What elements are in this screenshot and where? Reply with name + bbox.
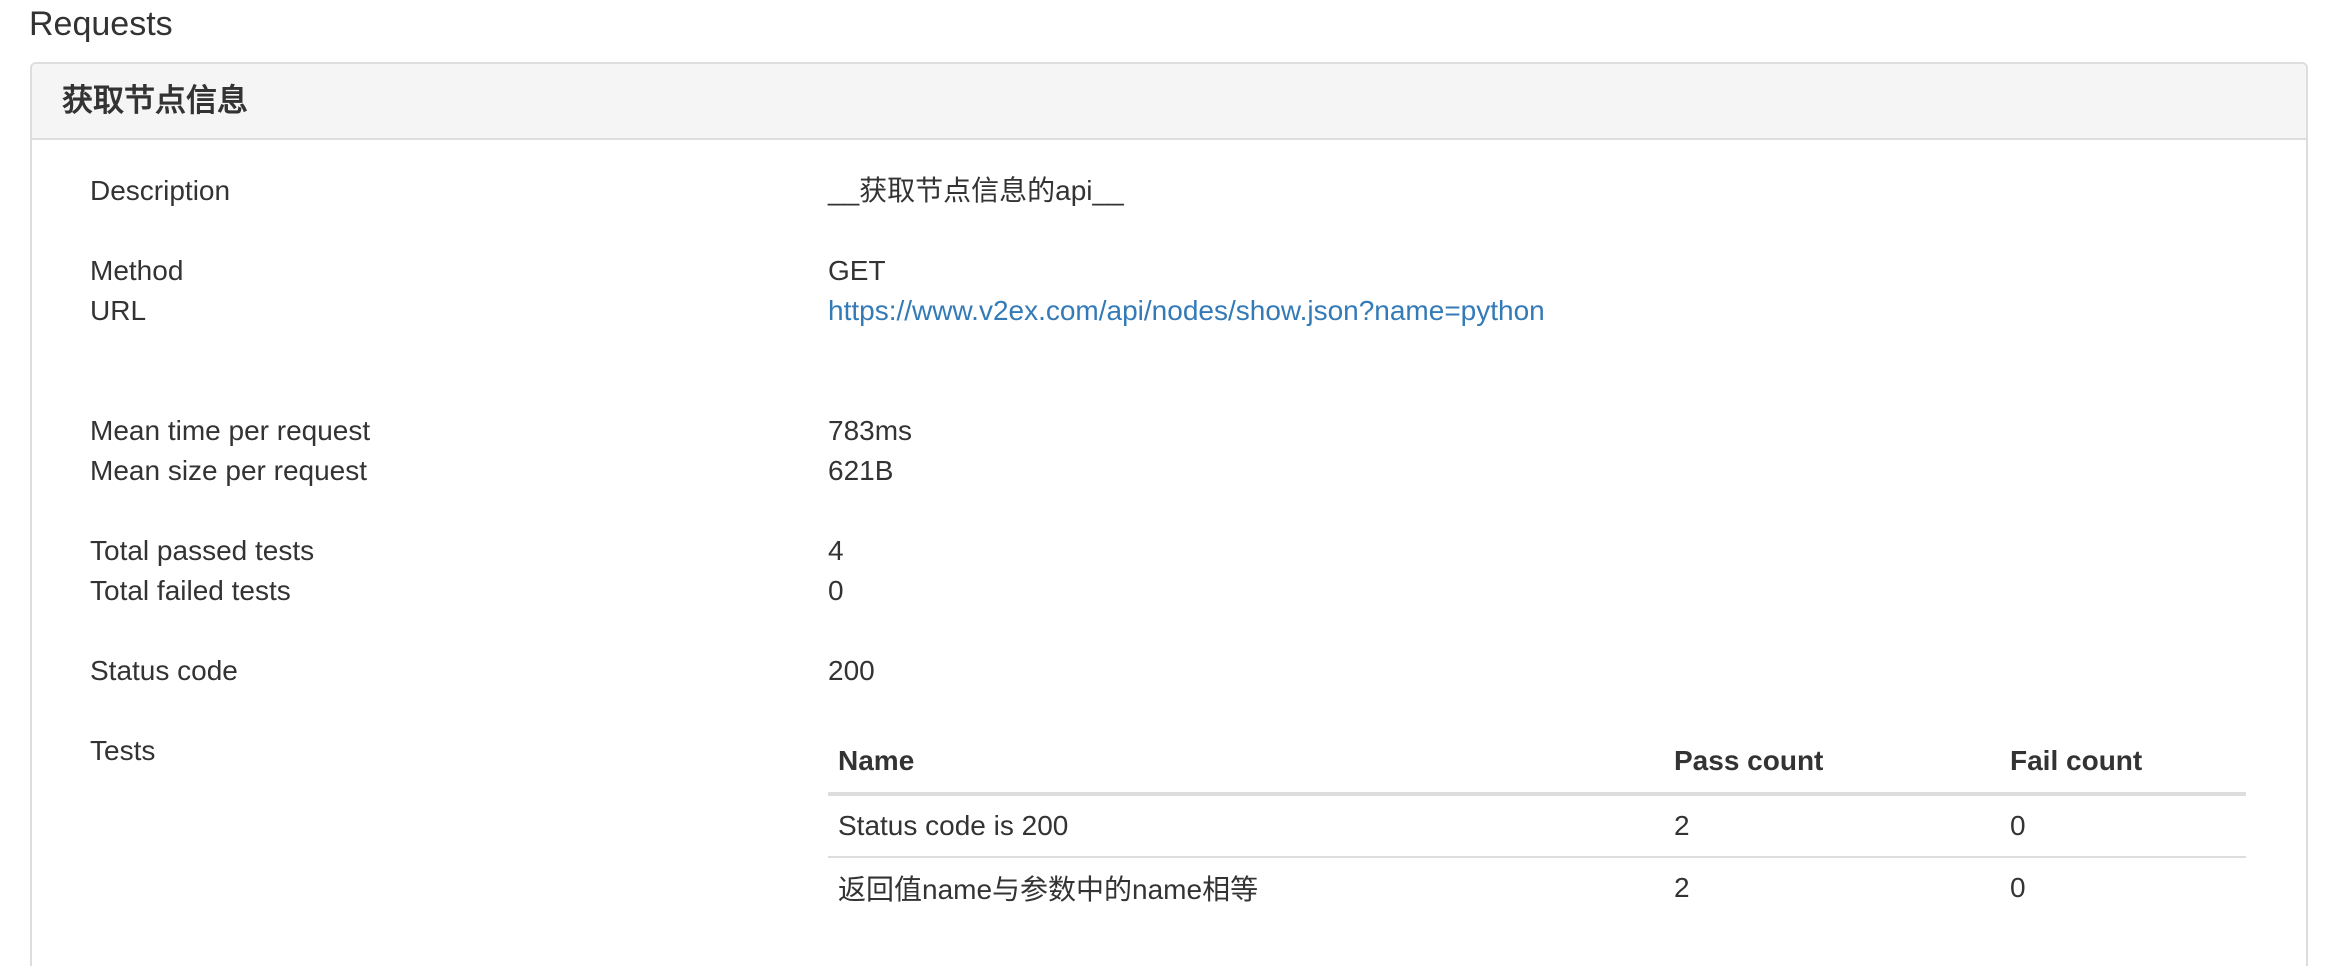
tests-label: Tests bbox=[90, 735, 156, 766]
tests-table: Name Pass count Fail count Status code i… bbox=[828, 730, 2246, 918]
description-value: __获取节点信息的api__ bbox=[828, 175, 1124, 206]
section-title: Requests bbox=[29, 5, 173, 43]
mean-time-label: Mean time per request bbox=[90, 415, 371, 446]
method-value: GET bbox=[828, 255, 886, 286]
header-fail-count: Fail count bbox=[2000, 730, 2246, 796]
request-panel-heading[interactable]: 获取节点信息 bbox=[32, 64, 2306, 140]
test-pass-count: 2 bbox=[1674, 872, 1690, 903]
url-link[interactable]: https://www.v2ex.com/api/nodes/show.json… bbox=[828, 295, 1545, 326]
url-label: URL bbox=[90, 295, 147, 326]
test-name: Status code is 200 bbox=[828, 794, 1664, 858]
report-page: Requests 获取节点信息 Description __获取节点信息的api… bbox=[0, 0, 2338, 966]
method-label: Method bbox=[90, 255, 184, 286]
test-fail-count: 0 bbox=[2010, 872, 2026, 903]
tests-table-header-row: Name Pass count Fail count bbox=[828, 730, 2246, 796]
test-pass-count: 2 bbox=[1664, 794, 2000, 858]
test-fail-count: 0 bbox=[2000, 794, 2246, 858]
header-pass-count: Pass count bbox=[1664, 730, 2000, 796]
status-code-value: 200 bbox=[828, 655, 875, 686]
header-name: Name bbox=[828, 730, 1664, 796]
test-name: 返回值name与参数中的name相等 bbox=[838, 874, 1259, 905]
passed-tests-label: Total passed tests bbox=[90, 535, 315, 566]
failed-tests-value: 0 bbox=[828, 575, 844, 606]
url-value-wrapper: https://www.v2ex.com/api/nodes/show.json… bbox=[828, 291, 1545, 331]
table-row: Status code is 200 2 0 bbox=[828, 794, 2246, 858]
mean-size-value: 621B bbox=[828, 455, 894, 486]
passed-tests-value: 4 bbox=[828, 535, 844, 566]
status-code-label: Status code bbox=[90, 655, 238, 686]
request-name: 获取节点信息 bbox=[62, 83, 248, 118]
description-label: Description bbox=[90, 175, 231, 206]
failed-tests-label: Total failed tests bbox=[90, 575, 291, 606]
mean-time-value: 783ms bbox=[828, 415, 913, 446]
table-row: 返回值name与参数中的name相等 2 0 bbox=[828, 857, 2246, 918]
mean-size-label: Mean size per request bbox=[90, 455, 368, 486]
